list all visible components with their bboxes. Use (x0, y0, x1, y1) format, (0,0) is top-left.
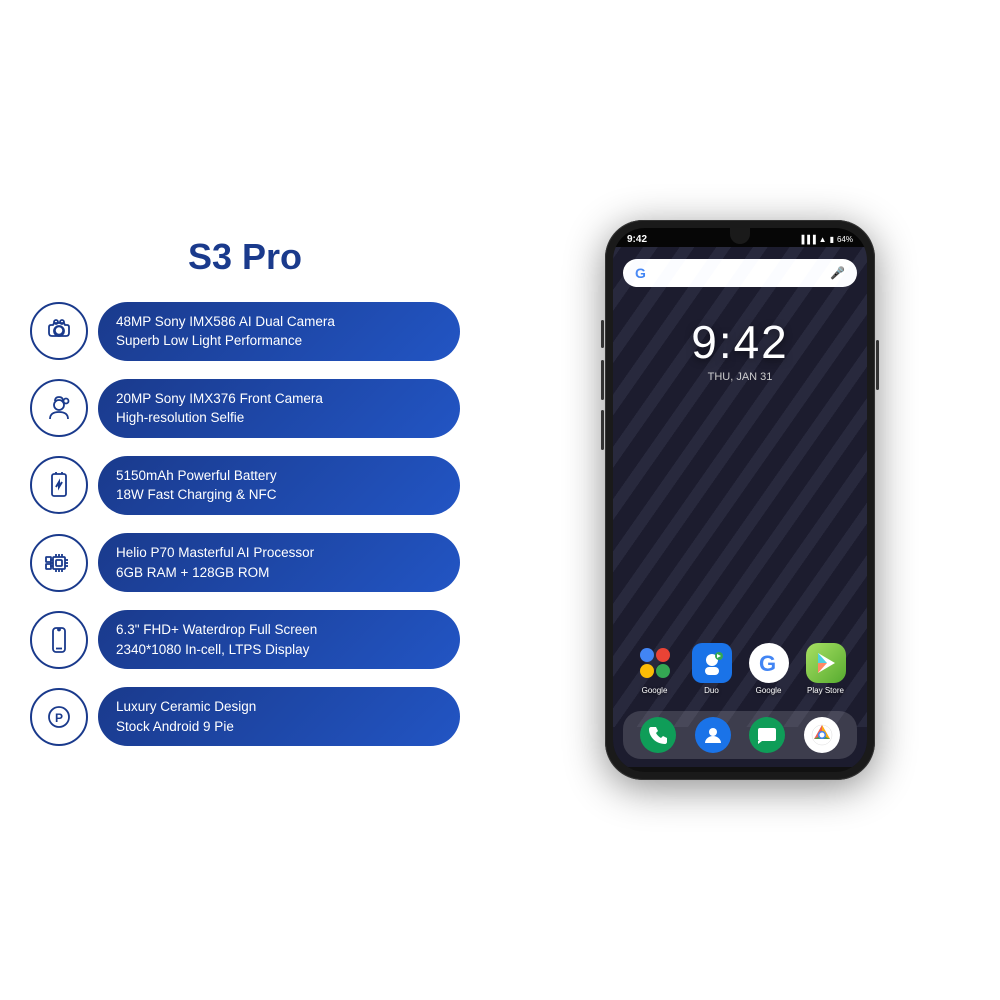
battery-icon (44, 470, 74, 500)
app-grid: Google Duo (613, 631, 867, 707)
signal-icon: ▐▐▐ (799, 235, 816, 244)
app-duo[interactable]: Duo (686, 643, 737, 695)
app-play-store[interactable]: Play Store (800, 643, 851, 695)
svg-text:G: G (759, 651, 776, 676)
feature-selfie: 20MP Sony IMX376 Front CameraHigh-resolu… (30, 379, 460, 438)
feature-processor: Helio P70 Masterful AI Processor6GB RAM … (30, 533, 460, 592)
phone-wallpaper: G 🎤 9:42 THU, JAN 31 (613, 247, 867, 767)
phone-device: 9:42 ▐▐▐ ▲ ▮ 64% G 🎤 9:42 THU, JA (605, 220, 875, 780)
display-icon (44, 625, 74, 655)
cpu-icon (44, 548, 74, 578)
camera-button (601, 410, 604, 450)
feature-camera: 48MP Sony IMX586 AI Dual CameraSuperb Lo… (30, 302, 460, 361)
android-text: Luxury Ceramic DesignStock Android 9 Pie (116, 697, 442, 736)
phone-screen-area: 9:42 ▐▐▐ ▲ ▮ 64% G 🎤 9:42 THU, JA (613, 228, 867, 772)
volume-up-button (601, 320, 604, 348)
duo-label: Duo (704, 686, 719, 695)
play-store-icon[interactable] (806, 643, 846, 683)
volume-down-button (601, 360, 604, 400)
dock-contacts[interactable] (695, 717, 731, 753)
processor-text: Helio P70 Masterful AI Processor6GB RAM … (116, 543, 442, 582)
chrome-icon[interactable] (804, 717, 840, 753)
battery-status-icon: ▮ (830, 235, 834, 244)
battery-percent: 64% (837, 235, 853, 244)
display-text: 6.3" FHD+ Waterdrop Full Screen2340*1080… (116, 620, 442, 659)
cpu-icon-circle (30, 534, 88, 592)
android-icon: P (44, 702, 74, 732)
camera-icon-circle (30, 302, 88, 360)
wifi-icon: ▲ (819, 235, 827, 244)
dock-chrome[interactable] (804, 717, 840, 753)
contacts-icon[interactable] (695, 717, 731, 753)
selfie-text: 20MP Sony IMX376 Front CameraHigh-resolu… (116, 389, 442, 428)
battery-text: 5150mAh Powerful Battery18W Fast Chargin… (116, 466, 442, 505)
battery-icon-circle (30, 456, 88, 514)
clock-time: 9:42 (613, 315, 867, 369)
clock-widget: 9:42 THU, JAN 31 (613, 315, 867, 383)
google-search-bar[interactable]: G 🎤 (623, 259, 857, 287)
phone-panel: 9:42 ▐▐▐ ▲ ▮ 64% G 🎤 9:42 THU, JA (480, 0, 1000, 1000)
app-google-search[interactable]: G Google (743, 643, 794, 695)
svg-text:P: P (55, 711, 63, 725)
battery-badge: 5150mAh Powerful Battery18W Fast Chargin… (98, 456, 460, 515)
google-g-logo: G (635, 265, 646, 281)
camera-icon (44, 316, 74, 346)
dock-messages[interactable] (749, 717, 785, 753)
status-time: 9:42 (627, 234, 647, 245)
google-search-icon[interactable]: G (749, 643, 789, 683)
selfie-badge: 20MP Sony IMX376 Front CameraHigh-resolu… (98, 379, 460, 438)
display-badge: 6.3" FHD+ Waterdrop Full Screen2340*1080… (98, 610, 460, 669)
android-badge: Luxury Ceramic DesignStock Android 9 Pie (98, 687, 460, 746)
dock-phone[interactable] (640, 717, 676, 753)
mic-icon: 🎤 (830, 266, 845, 280)
messages-icon[interactable] (749, 717, 785, 753)
feature-display: 6.3" FHD+ Waterdrop Full Screen2340*1080… (30, 610, 460, 669)
display-icon-circle (30, 611, 88, 669)
camera-badge: 48MP Sony IMX586 AI Dual CameraSuperb Lo… (98, 302, 460, 361)
feature-battery: 5150mAh Powerful Battery18W Fast Chargin… (30, 456, 460, 515)
google-search-label: Google (756, 686, 782, 695)
google-apps-icon[interactable] (635, 643, 675, 683)
feature-android: P Luxury Ceramic DesignStock Android 9 P… (30, 687, 460, 746)
product-title: S3 Pro (30, 236, 460, 278)
selfie-icon (44, 393, 74, 423)
android-icon-circle: P (30, 688, 88, 746)
play-store-label: Play Store (807, 686, 844, 695)
phone-dock (623, 711, 857, 759)
duo-icon[interactable] (692, 643, 732, 683)
camera-text: 48MP Sony IMX586 AI Dual CameraSuperb Lo… (116, 312, 442, 351)
selfie-icon-circle (30, 379, 88, 437)
power-button (876, 340, 879, 390)
app-google-apps[interactable]: Google (629, 643, 680, 695)
processor-badge: Helio P70 Masterful AI Processor6GB RAM … (98, 533, 460, 592)
phone-call-icon[interactable] (640, 717, 676, 753)
status-icons: ▐▐▐ ▲ ▮ 64% (799, 235, 853, 244)
clock-date: THU, JAN 31 (613, 371, 867, 383)
google-apps-label: Google (642, 686, 668, 695)
features-panel: S3 Pro 48MP Sony IMX586 AI Dual CameraSu… (0, 0, 480, 1000)
